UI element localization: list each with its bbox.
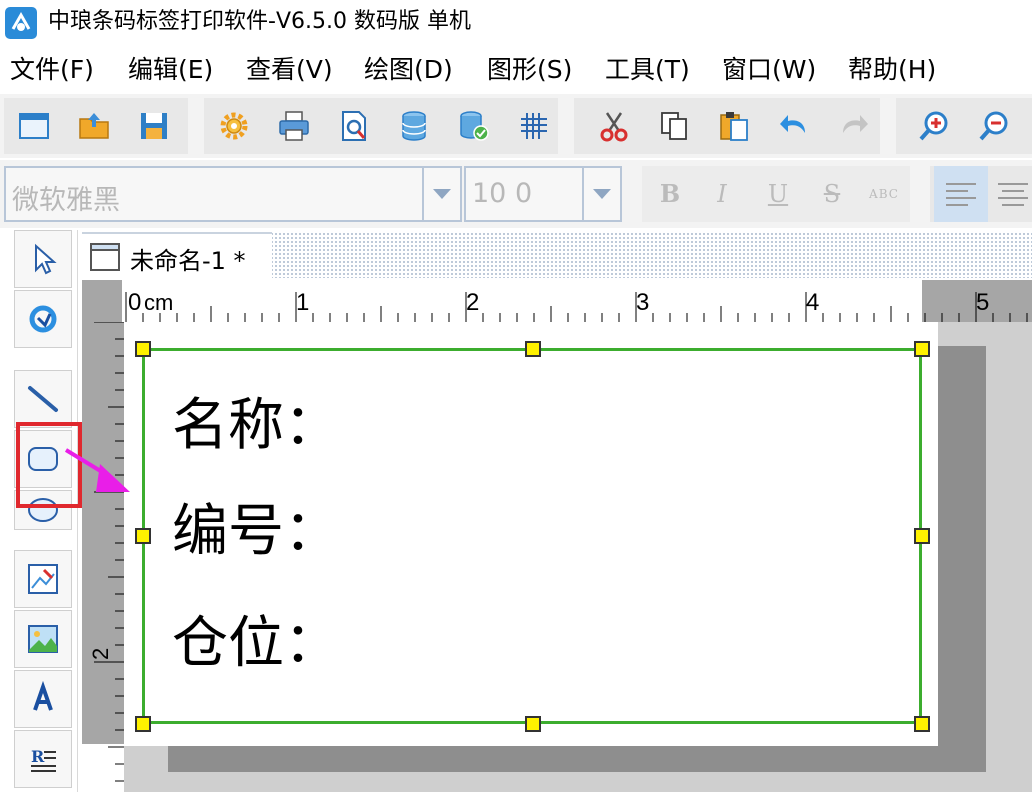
ruler-unit-label: cm — [144, 290, 173, 315]
database-icon[interactable] — [394, 106, 434, 146]
svg-text:R: R — [31, 747, 45, 766]
title-bar: 中琅条码标签打印软件-V6.5.0 数码版 单机 — [0, 0, 1032, 44]
chevron-down-icon — [433, 189, 451, 199]
pointer-arrow-icon — [64, 448, 130, 492]
rich-text-tool-button[interactable]: R — [14, 730, 72, 788]
new-document-icon[interactable] — [14, 106, 54, 146]
font-size-dropdown-button[interactable] — [584, 166, 622, 222]
vertical-ruler-ticks: 2 — [88, 322, 124, 782]
align-center-button[interactable] — [992, 166, 1032, 222]
ruler-label-0: 0 — [128, 289, 141, 316]
resize-handle-top[interactable] — [525, 341, 541, 357]
menu-view[interactable]: 查看(V) — [246, 52, 333, 88]
font-name-dropdown-button[interactable] — [424, 166, 462, 222]
select-tool-button[interactable] — [14, 230, 72, 288]
resize-handle-bottom-right[interactable] — [914, 716, 930, 732]
menu-draw[interactable]: 绘图(D) — [364, 52, 453, 88]
redo-icon[interactable] — [834, 106, 874, 146]
chevron-down-icon — [593, 189, 611, 199]
design-canvas[interactable]: 0 cm 1 2 3 4 5 2 名称： 编号： 仓位： — [82, 280, 1032, 792]
resize-handle-right[interactable] — [914, 528, 930, 544]
font-size-value: 10 0 — [472, 178, 533, 209]
align-center-icon — [998, 183, 1028, 206]
horizontal-ruler-ticks: 0 cm 1 2 3 4 5 — [125, 289, 1028, 322]
resize-handle-bottom-left[interactable] — [135, 716, 151, 732]
strikethrough-button[interactable]: S — [814, 176, 850, 212]
paste-icon[interactable] — [714, 106, 754, 146]
line-icon — [28, 386, 58, 412]
outline-text-button[interactable]: ABC — [866, 176, 902, 212]
main-toolbar — [0, 94, 1032, 158]
ruler-label-3: 3 — [636, 289, 649, 316]
resize-handle-bottom[interactable] — [525, 716, 541, 732]
window-title: 中琅条码标签打印软件-V6.5.0 数码版 单机 — [48, 9, 471, 34]
undo-icon[interactable] — [774, 106, 814, 146]
resize-handle-top-left[interactable] — [135, 341, 151, 357]
menu-tools[interactable]: 工具(T) — [605, 52, 690, 88]
text-format-group: B I U S ABC — [642, 166, 910, 222]
rotate-icon — [29, 305, 57, 333]
copy-icon[interactable] — [654, 106, 694, 146]
rich-text-icon: R — [31, 747, 56, 772]
print-preview-icon[interactable] — [334, 106, 374, 146]
bold-button[interactable]: B — [652, 176, 688, 212]
zoom-out-icon[interactable] — [974, 106, 1014, 146]
picture-tool-button[interactable] — [14, 610, 72, 668]
menu-edit[interactable]: 编辑(E) — [128, 52, 213, 88]
grid-icon[interactable] — [514, 106, 554, 146]
menu-shape[interactable]: 图形(S) — [487, 52, 572, 88]
select-arrow-icon — [35, 243, 57, 275]
line-tool-button[interactable] — [14, 370, 72, 428]
app-logo-icon — [5, 7, 37, 39]
drawing-toolbox: R — [0, 230, 78, 792]
settings-gear-icon[interactable] — [214, 106, 254, 146]
toolbar-group-print — [204, 98, 558, 154]
font-name-select[interactable]: 微软雅黑 — [4, 166, 424, 222]
font-name-value: 微软雅黑 — [12, 185, 120, 216]
text-icon — [33, 680, 53, 711]
label-page[interactable]: 名称： 编号： 仓位： — [124, 322, 938, 746]
label-code-text[interactable]: 编号： — [172, 500, 340, 564]
text-tool-button[interactable] — [14, 670, 72, 728]
ruler-label-2: 2 — [466, 289, 479, 316]
resize-handle-left[interactable] — [135, 528, 151, 544]
font-toolbar: 微软雅黑 10 0 B I U S ABC — [0, 160, 1032, 228]
document-tab[interactable]: 未命名-1 * — [82, 232, 272, 278]
open-folder-icon[interactable] — [74, 106, 114, 146]
save-icon[interactable] — [134, 106, 174, 146]
image-edit-icon — [28, 564, 58, 594]
label-name-text[interactable]: 名称： — [172, 394, 340, 458]
database-link-icon[interactable] — [454, 106, 494, 146]
resize-handle-top-right[interactable] — [914, 341, 930, 357]
font-size-select[interactable]: 10 0 — [464, 166, 584, 222]
ruler-label-v2: 2 — [88, 648, 113, 660]
underline-button[interactable]: U — [760, 176, 796, 212]
vertical-ruler: 2 — [82, 322, 124, 792]
zoom-in-icon[interactable] — [914, 106, 954, 146]
menu-file[interactable]: 文件(F) — [10, 52, 94, 88]
align-left-button[interactable] — [934, 166, 988, 222]
picture-icon — [28, 625, 58, 653]
ruler-label-5: 5 — [976, 289, 989, 316]
print-icon[interactable] — [274, 106, 314, 146]
label-location-text[interactable]: 仓位： — [172, 612, 340, 676]
ruler-label-4: 4 — [806, 289, 819, 316]
cut-icon[interactable] — [594, 106, 634, 146]
image-edit-tool-button[interactable] — [14, 550, 72, 608]
rotate-tool-button[interactable] — [14, 290, 72, 348]
text-align-group — [930, 166, 1032, 222]
menu-window[interactable]: 窗口(W) — [722, 52, 816, 88]
document-window-icon — [90, 243, 120, 271]
italic-button[interactable]: I — [704, 176, 740, 212]
document-tab-bar: 未命名-1 * — [82, 232, 1032, 278]
menu-bar: 文件(F) 编辑(E) 查看(V) 绘图(D) 图形(S) 工具(T) 窗口(W… — [0, 48, 1032, 92]
document-tab-label: 未命名-1 * — [130, 247, 246, 275]
ruler-label-1: 1 — [296, 289, 309, 316]
align-left-icon — [946, 183, 976, 206]
horizontal-ruler: 0 cm 1 2 3 4 5 — [82, 280, 1032, 322]
menu-help[interactable]: 帮助(H) — [848, 52, 936, 88]
